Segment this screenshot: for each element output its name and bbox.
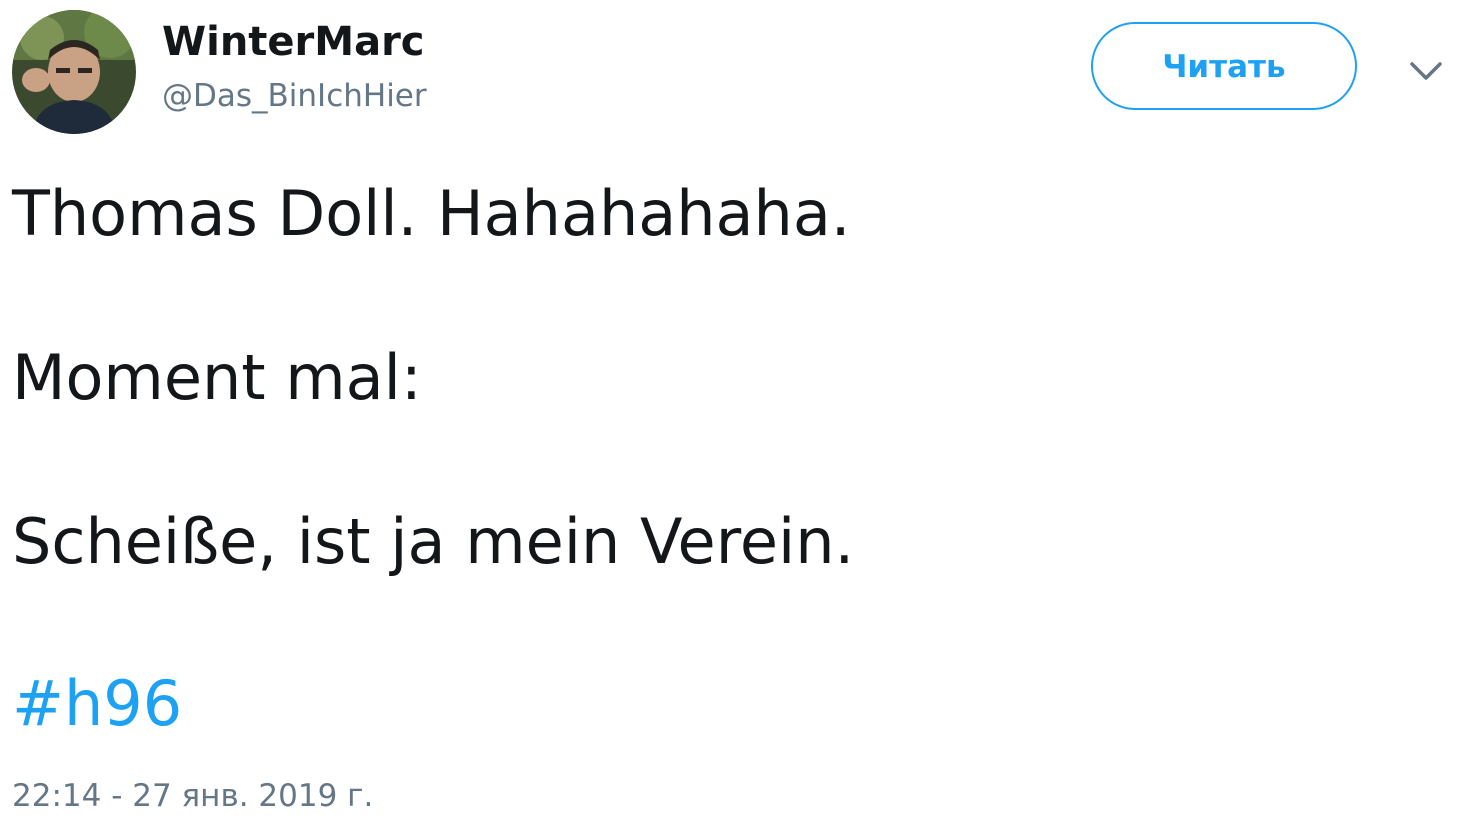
tweet-text: Thomas Doll. Hahahahaha. Moment mal: Sch… <box>12 176 1432 580</box>
tweet-line: Scheiße, ist ja mein Verein. <box>12 505 855 578</box>
hashtag-link[interactable]: #h96 <box>12 666 182 742</box>
avatar[interactable] <box>12 10 136 134</box>
follow-button[interactable]: Читать <box>1091 22 1357 110</box>
more-menu-button[interactable] <box>1404 52 1448 92</box>
avatar-photo <box>12 10 136 134</box>
tweet: WinterMarc @Das_BinIchHier Читать Thomas… <box>0 0 1460 832</box>
display-name[interactable]: WinterMarc <box>162 18 425 66</box>
tweet-line: Thomas Doll. Hahahahaha. <box>12 177 851 250</box>
user-handle[interactable]: @Das_BinIchHier <box>162 76 427 116</box>
tweet-line: Moment mal: <box>12 341 422 414</box>
tweet-timestamp[interactable]: 22:14 - 27 янв. 2019 г. <box>12 774 373 818</box>
chevron-down-icon <box>1410 62 1442 80</box>
